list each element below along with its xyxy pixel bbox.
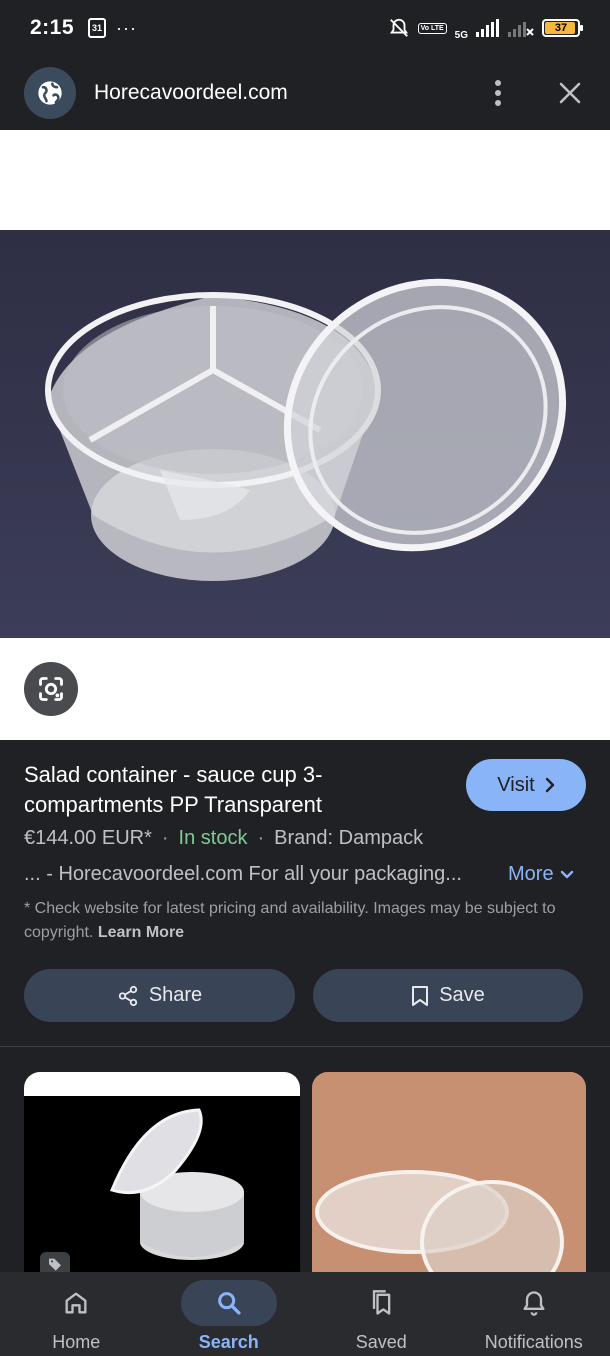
nav-label: Home	[52, 1332, 101, 1352]
visit-label: Visit	[497, 773, 535, 796]
close-icon[interactable]	[554, 77, 586, 109]
save-button[interactable]: Save	[313, 969, 583, 1022]
mute-bell-icon	[389, 18, 408, 37]
availability: In stock	[178, 827, 248, 849]
visit-button[interactable]: Visit	[466, 759, 586, 811]
nav-saved[interactable]: Saved	[305, 1272, 458, 1356]
price: €144.00 EUR*	[24, 827, 152, 849]
related-image	[24, 1096, 300, 1276]
divider	[0, 1046, 610, 1047]
related-result-card[interactable]	[24, 1072, 300, 1276]
saved-icon	[373, 1290, 391, 1315]
nav-label: Notifications	[484, 1332, 583, 1352]
status-icons: Vo LTE 5G 37	[388, 16, 583, 41]
volte-icon: Vo LTE	[417, 22, 447, 34]
status-time: 2:15	[30, 16, 75, 39]
battery-icon: 37	[542, 19, 583, 37]
brand: Brand: Dampack	[274, 827, 424, 849]
battery-level: 37	[554, 22, 568, 34]
separator-dot: ·	[257, 827, 265, 849]
bottom-navigation: Home Search Saved Notifications	[0, 1272, 610, 1356]
browser-header: Horecavoordeel.com	[0, 56, 610, 130]
share-icon	[118, 985, 137, 1006]
network-type: 5G	[454, 29, 468, 41]
more-options-icon[interactable]	[482, 77, 514, 109]
more-label: More	[508, 863, 554, 885]
signal-2-icon	[508, 22, 534, 37]
share-button[interactable]: Share	[24, 969, 295, 1022]
more-button[interactable]: More	[508, 863, 574, 886]
status-bar: 2:15 31 ··· Vo LTE 5G 37	[0, 0, 610, 56]
nav-label: Saved	[355, 1332, 407, 1352]
google-lens-button[interactable]	[24, 662, 78, 716]
nav-home[interactable]: Home	[0, 1272, 153, 1356]
calendar-icon: 31	[88, 18, 107, 38]
description-snippet: ... - Horecavoordeel.com For all your pa…	[24, 863, 462, 885]
related-result-card[interactable]	[312, 1072, 586, 1276]
separator-dot: ·	[161, 827, 169, 849]
save-label: Save	[439, 984, 485, 1006]
chevron-right-icon	[545, 777, 554, 793]
globe-icon[interactable]	[24, 67, 76, 119]
disclaimer: * Check website for latest pricing and a…	[24, 897, 564, 945]
search-icon	[217, 1292, 241, 1315]
image-viewer	[0, 130, 610, 740]
bookmark-icon	[412, 985, 429, 1006]
product-meta: €144.00 EUR* · In stock · Brand: Dampack	[24, 827, 423, 850]
product-title[interactable]: Salad container - sauce cup 3-compartmen…	[24, 760, 444, 820]
product-image[interactable]	[0, 230, 610, 638]
product-details: Salad container - sauce cup 3-compartmen…	[0, 740, 610, 1046]
lens-icon	[39, 677, 63, 701]
bell-icon	[523, 1291, 545, 1316]
more-notifications-icon: ···	[116, 17, 138, 38]
chevron-down-icon	[560, 870, 573, 878]
header-actions	[482, 77, 586, 109]
signal-icon	[476, 19, 499, 37]
related-image	[312, 1072, 586, 1276]
nav-label: Search	[198, 1332, 259, 1352]
learn-more-link[interactable]: Learn More	[98, 924, 184, 941]
nav-search[interactable]: Search	[153, 1272, 306, 1356]
home-icon	[65, 1292, 87, 1314]
nav-notifications[interactable]: Notifications	[458, 1272, 610, 1356]
site-title: Horecavoordeel.com	[94, 81, 288, 104]
share-label: Share	[148, 984, 203, 1006]
